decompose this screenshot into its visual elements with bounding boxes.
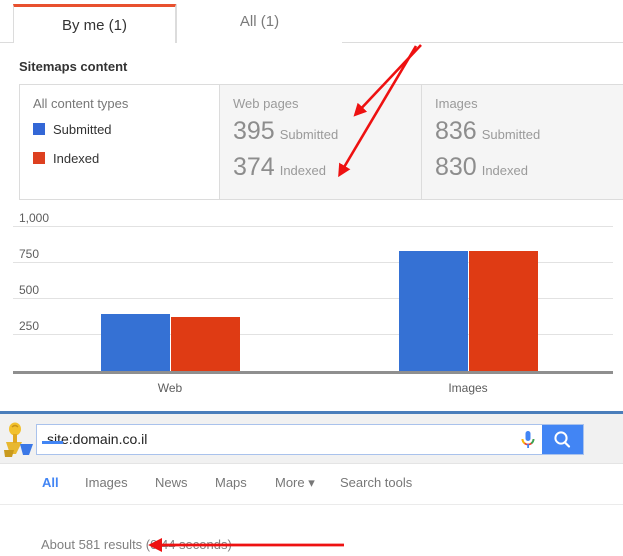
- images-panel[interactable]: Images 836 Submitted 830 Indexed: [422, 84, 623, 200]
- google-serp-screenshot: All Images News Maps More ▾ Search tools Abou…: [0, 414, 623, 556]
- web-pages-submitted-row: 395 Submitted: [233, 117, 338, 146]
- serp-nav-news[interactable]: News: [155, 475, 188, 490]
- tab-strip: By me (1) All (1): [0, 0, 623, 43]
- legend-swatch-submitted: [33, 123, 45, 135]
- web-pages-indexed-value: 374: [233, 153, 275, 181]
- legend-label-submitted: Submitted: [53, 122, 112, 137]
- legend-label-indexed: Indexed: [53, 151, 100, 166]
- search-box[interactable]: [36, 424, 584, 455]
- search-console-screenshot: By me (1) All (1) Sitemaps content All c…: [0, 0, 623, 411]
- images-title: Images: [435, 96, 478, 111]
- chart-plot-area: 250 500 750 1,000: [13, 211, 613, 374]
- serp-nav-more[interactable]: More ▾: [275, 475, 315, 491]
- chart-baseline: [13, 371, 613, 374]
- legend-item-indexed[interactable]: Indexed: [33, 151, 99, 166]
- chart-x-label-images: Images: [448, 381, 488, 395]
- google-doodle-logo-icon[interactable]: [2, 420, 36, 458]
- web-pages-submitted-label: Submitted: [279, 127, 339, 142]
- chart-bar-images-submitted[interactable]: [399, 250, 468, 371]
- serp-nav-maps[interactable]: Maps: [215, 475, 247, 490]
- images-submitted-label: Submitted: [481, 127, 541, 142]
- web-pages-submitted-value: 395: [233, 117, 275, 145]
- legend-swatch-indexed: [33, 152, 45, 164]
- tab-by-me-label: By me (1): [61, 17, 127, 34]
- web-pages-indexed-row: 374 Indexed: [233, 153, 326, 182]
- web-pages-panel[interactable]: Web pages 395 Submitted 374 Indexed: [220, 84, 422, 200]
- nav-active-underline: [42, 441, 63, 444]
- content-types-title: All content types: [33, 96, 129, 111]
- tab-all[interactable]: All (1): [176, 4, 342, 43]
- images-indexed-row: 830 Indexed: [435, 153, 528, 182]
- content-types-panel: All content types Submitted Indexed: [19, 84, 220, 200]
- chart-y-tick-label: 250: [19, 319, 40, 333]
- tab-all-label: All (1): [239, 13, 280, 30]
- search-icon: [554, 431, 571, 448]
- images-indexed-label: Indexed: [481, 163, 528, 178]
- chart-bar-web-submitted[interactable]: [101, 314, 170, 371]
- chart-bar-web-indexed[interactable]: [171, 317, 240, 371]
- web-pages-indexed-label: Indexed: [279, 163, 326, 178]
- images-indexed-value: 830: [435, 153, 477, 181]
- search-input[interactable]: [47, 425, 527, 454]
- chart-x-label-web: Web: [157, 381, 183, 395]
- web-pages-title: Web pages: [233, 96, 299, 111]
- legend-item-submitted[interactable]: Submitted: [33, 122, 112, 137]
- chart-y-tick-label: 500: [19, 283, 40, 297]
- page-title: Sitemaps content: [19, 59, 128, 74]
- search-button[interactable]: [542, 425, 583, 454]
- sitemaps-panels: All content types Submitted Indexed Web …: [19, 84, 623, 200]
- serp-nav-search-tools[interactable]: Search tools: [340, 475, 412, 490]
- tab-by-me[interactable]: By me (1): [13, 4, 176, 43]
- chart-bar-images-indexed[interactable]: [469, 251, 538, 371]
- sitemaps-bar-chart: 250 500 750 1,000 Web Images: [13, 211, 613, 401]
- serp-header: [0, 414, 623, 464]
- serp-nav-bar: All Images News Maps More ▾ Search tools: [0, 471, 623, 505]
- images-submitted-row: 836 Submitted: [435, 117, 540, 146]
- chart-gridline: [13, 226, 613, 227]
- serp-nav-all[interactable]: All: [42, 475, 59, 490]
- microphone-icon[interactable]: [517, 429, 539, 451]
- serp-nav-images[interactable]: Images: [85, 475, 128, 490]
- chart-y-tick-label: 750: [19, 247, 40, 261]
- images-submitted-value: 836: [435, 117, 477, 145]
- result-count: About 581 results (0.44 seconds): [41, 537, 232, 552]
- chart-y-tick-label: 1,000: [19, 211, 50, 225]
